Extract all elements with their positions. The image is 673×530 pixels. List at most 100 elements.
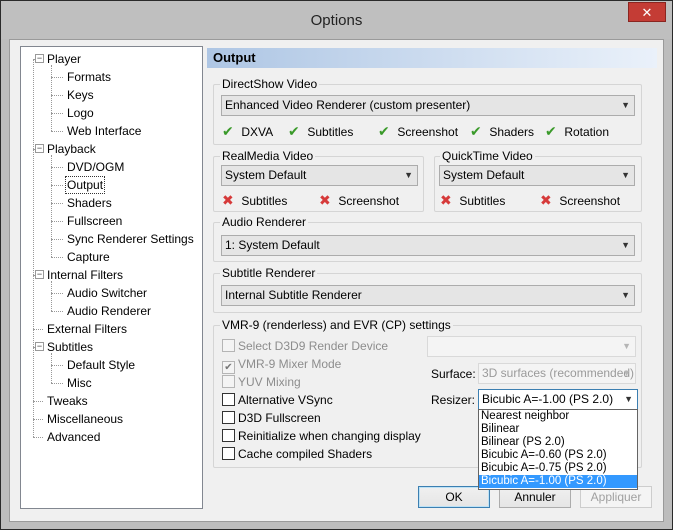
checkbox-yuv-mixing[interactable]: YUV Mixing bbox=[222, 374, 301, 390]
audio-renderer-select[interactable]: 1: System Default ▼ bbox=[221, 235, 635, 256]
tree-connector bbox=[51, 311, 63, 312]
checkbox-vmr-9-mixer-mode[interactable]: ✔ VMR-9 Mixer Mode bbox=[222, 356, 342, 374]
tree-item-label: Capture bbox=[67, 250, 110, 264]
tree-item-audio-switcher[interactable]: Audio Switcher bbox=[65, 284, 149, 302]
checkbox-box[interactable] bbox=[222, 339, 235, 352]
checkbox-box[interactable] bbox=[222, 411, 235, 424]
options-window: Options ✕ Player − Formats Keys Logo Web Inte… bbox=[0, 0, 673, 530]
tree-item-label: Misc bbox=[67, 376, 92, 390]
chevron-down-icon: ▼ bbox=[622, 341, 631, 351]
tree-item-label: Tweaks bbox=[47, 394, 88, 408]
tree-item-logo[interactable]: Logo bbox=[65, 104, 96, 122]
chevron-down-icon: ▼ bbox=[622, 368, 631, 378]
tree-item-dvd-ogm[interactable]: DVD/OGM bbox=[65, 158, 126, 176]
tree-item-audio-renderer[interactable]: Audio Renderer bbox=[65, 302, 153, 320]
check-icon: ✔ bbox=[378, 123, 390, 139]
tree-root-line bbox=[33, 59, 34, 437]
checkbox-d3d-fullscreen[interactable]: D3D Fullscreen bbox=[222, 410, 321, 426]
chevron-down-icon: ▼ bbox=[621, 290, 630, 300]
checkbox-label: Reinitialize when changing display bbox=[238, 429, 421, 443]
tree-expander-icon[interactable]: − bbox=[35, 342, 44, 351]
checkbox-label: VMR-9 Mixer Mode bbox=[238, 357, 342, 371]
options-tree[interactable]: Player − Formats Keys Logo Web Interface Playb… bbox=[20, 46, 203, 509]
tree-expander-icon[interactable]: − bbox=[35, 54, 44, 63]
checkbox-box[interactable] bbox=[222, 447, 235, 460]
resizer-option[interactable]: Bicubic A=-0.75 (PS 2.0) bbox=[479, 462, 637, 475]
checkbox-box[interactable] bbox=[222, 375, 235, 388]
resizer-option[interactable]: Bilinear bbox=[479, 423, 637, 436]
tree-item-label: Formats bbox=[67, 70, 112, 84]
quicktime-renderer-select[interactable]: System Default ▼ bbox=[439, 165, 635, 186]
checkbox-box[interactable] bbox=[222, 429, 235, 442]
tree-item-label: Internal Filters bbox=[47, 268, 124, 282]
subtitle-label: Subtitle Renderer bbox=[220, 266, 318, 280]
surface-select[interactable]: 3D surfaces (recommended) ▼ bbox=[478, 363, 636, 384]
close-button[interactable]: ✕ bbox=[628, 2, 666, 22]
tree-item-formats[interactable]: Formats bbox=[65, 68, 113, 86]
render-device-select[interactable]: ▼ bbox=[427, 336, 636, 357]
tree-connector bbox=[33, 437, 43, 438]
tree-connector bbox=[51, 131, 63, 132]
tree-item-subtitles[interactable]: Subtitles bbox=[45, 338, 95, 356]
tree-expander-icon[interactable]: − bbox=[35, 144, 44, 153]
tree-item-tweaks[interactable]: Tweaks bbox=[45, 392, 90, 410]
resizer-option[interactable]: Bicubic A=-1.00 (PS 2.0) bbox=[479, 475, 637, 488]
tree-item-miscellaneous[interactable]: Miscellaneous bbox=[45, 410, 125, 428]
tree-item-fullscreen[interactable]: Fullscreen bbox=[65, 212, 124, 230]
vmr-label: VMR-9 (renderless) and EVR (CP) settings bbox=[220, 318, 453, 332]
tree-item-keys[interactable]: Keys bbox=[65, 86, 96, 104]
tree-item-playback[interactable]: Playback bbox=[45, 140, 98, 158]
checkbox-box[interactable] bbox=[222, 393, 235, 406]
tree-item-capture[interactable]: Capture bbox=[65, 248, 112, 266]
checkbox-reinitialize-when-changing-display[interactable]: Reinitialize when changing display bbox=[222, 428, 421, 444]
chevron-down-icon: ▼ bbox=[404, 170, 413, 180]
tree-connector bbox=[33, 401, 43, 402]
tree-item-label: Subtitles bbox=[47, 340, 94, 354]
tree-item-external-filters[interactable]: External Filters bbox=[45, 320, 129, 338]
tree-item-label: Web Interface bbox=[67, 124, 142, 138]
tree-item-shaders[interactable]: Shaders bbox=[65, 194, 114, 212]
tree-item-web-interface[interactable]: Web Interface bbox=[65, 122, 143, 140]
checkbox-cache-compiled-shaders[interactable]: Cache compiled Shaders bbox=[222, 446, 372, 462]
tree-item-default-style[interactable]: Default Style bbox=[65, 356, 137, 374]
directshow-cap-label: Rotation bbox=[561, 125, 610, 139]
title-bar[interactable]: Options ✕ bbox=[1, 1, 672, 39]
tree-item-label: Miscellaneous bbox=[47, 412, 124, 426]
checkbox-label: Select D3D9 Render Device bbox=[238, 339, 389, 353]
directshow-renderer-select[interactable]: Enhanced Video Renderer (custom presente… bbox=[221, 95, 635, 116]
check-icon: ✔ bbox=[545, 123, 557, 139]
quicktime-label: QuickTime Video bbox=[440, 149, 535, 163]
checkbox-select-d3d9-render-device[interactable]: Select D3D9 Render Device bbox=[222, 338, 388, 354]
resizer-option[interactable]: Bicubic A=-0.60 (PS 2.0) bbox=[479, 449, 637, 462]
resizer-option[interactable]: Nearest neighbor bbox=[479, 410, 637, 423]
checkbox-box[interactable]: ✔ bbox=[222, 361, 235, 374]
tree-item-label: Output bbox=[67, 178, 104, 192]
tree-item-advanced[interactable]: Advanced bbox=[45, 428, 102, 446]
tree-item-output[interactable]: Output bbox=[65, 176, 106, 194]
directshow-label: DirectShow Video bbox=[220, 77, 320, 91]
subtitle-renderer-select[interactable]: Internal Subtitle Renderer ▼ bbox=[221, 285, 635, 306]
dialog-body: Player − Formats Keys Logo Web Interface Playb… bbox=[9, 39, 664, 522]
resizer-dropdown-list[interactable]: Nearest neighbor Bilinear Bilinear (PS 2.0… bbox=[478, 409, 638, 490]
check-icon: ✔ bbox=[470, 123, 482, 139]
realmedia-cap-screenshot: ✖ Screenshot bbox=[319, 192, 399, 208]
checkbox-label: D3D Fullscreen bbox=[238, 411, 321, 425]
resizer-select[interactable]: Bicubic A=-1.00 (PS 2.0) ▼ bbox=[478, 389, 638, 410]
tree-item-label: Sync Renderer Settings bbox=[67, 232, 194, 246]
tree-item-internal-filters[interactable]: Internal Filters bbox=[45, 266, 125, 284]
tree-expander-icon[interactable]: − bbox=[35, 270, 44, 279]
checkbox-alternative-vsync[interactable]: Alternative VSync bbox=[222, 392, 333, 408]
resizer-option[interactable]: Bilinear (PS 2.0) bbox=[479, 436, 637, 449]
realmedia-renderer-select[interactable]: System Default ▼ bbox=[221, 165, 418, 186]
chevron-down-icon: ▼ bbox=[624, 394, 633, 404]
tree-child-line bbox=[51, 353, 52, 383]
checkbox-label: Alternative VSync bbox=[238, 393, 333, 407]
surface-label: Surface: bbox=[431, 367, 476, 381]
tree-item-misc[interactable]: Misc bbox=[65, 374, 94, 392]
tree-item-sync-renderer-settings[interactable]: Sync Renderer Settings bbox=[65, 230, 196, 248]
directshow-cap-label: DXVA bbox=[238, 125, 274, 139]
resizer-value: Bicubic A=-1.00 (PS 2.0) bbox=[482, 392, 614, 406]
directshow-cap-rotation: ✔ Rotation bbox=[545, 123, 609, 139]
resizer-label: Resizer: bbox=[431, 393, 476, 407]
directshow-cap-dxva: ✔ DXVA bbox=[222, 123, 273, 139]
